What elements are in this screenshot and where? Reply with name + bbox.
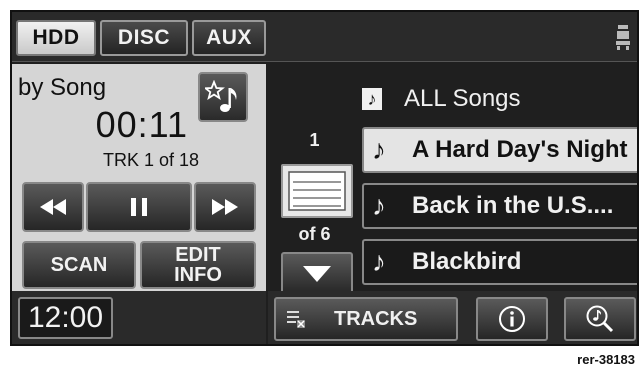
fast-forward-icon <box>212 199 238 215</box>
rewind-button[interactable] <box>22 182 84 232</box>
scroll-thumb[interactable] <box>281 164 353 218</box>
info-button[interactable] <box>476 297 548 341</box>
tracks-label: TRACKS <box>334 307 418 330</box>
now-playing-panel: by Song 00:11 TRK 1 of 18 SCAN EDIT INFO <box>12 64 266 291</box>
page-total: of 6 <box>298 224 331 244</box>
scan-label: SCAN <box>50 254 108 276</box>
elapsed-time: 00:11 <box>95 104 188 145</box>
edit-info-button[interactable]: EDIT INFO <box>140 241 256 289</box>
fast-forward-button[interactable] <box>194 182 256 232</box>
favorite-button[interactable] <box>198 72 248 122</box>
list-item[interactable]: ♪ Back in the U.S.... <box>362 183 637 229</box>
track-counter: TRK 1 of 18 <box>102 150 199 170</box>
tab-aux[interactable]: AUX <box>192 20 266 56</box>
song-title: A Hard Day's Night <box>412 136 628 163</box>
tab-hdd[interactable]: HDD <box>16 20 96 56</box>
edit-info-label-line1: EDIT <box>175 244 221 266</box>
music-note-icon: ♪ <box>372 190 386 221</box>
info-icon <box>499 306 525 332</box>
song-title: Back in the U.S.... <box>412 192 614 219</box>
browse-mode-label: by Song <box>18 74 107 101</box>
seat-icon <box>616 25 630 50</box>
browse-bottom-bar: TRACKS <box>268 291 637 344</box>
music-note-icon: ♪ <box>362 88 382 110</box>
rewind-icon <box>40 199 66 215</box>
list-item[interactable]: ♪ Blackbird <box>362 239 637 285</box>
music-note-icon: ♪ <box>372 134 386 165</box>
music-search-button[interactable] <box>564 297 636 341</box>
clock-display[interactable]: 12:00 <box>18 297 113 339</box>
star-music-note-icon <box>205 80 237 112</box>
list-header-label: ALL Songs <box>404 85 521 112</box>
list-header: ♪ ALL Songs <box>362 84 521 114</box>
tab-disc[interactable]: DISC <box>100 20 188 56</box>
music-note-icon: ♪ <box>372 246 386 277</box>
list-item[interactable]: ♪ A Hard Day's Night <box>362 127 637 173</box>
tracks-button[interactable]: TRACKS <box>274 297 458 341</box>
list-thumbnail-icon <box>288 171 346 211</box>
source-tab-bar: HDD DISC AUX <box>12 12 637 62</box>
pause-button[interactable] <box>86 182 192 232</box>
music-search-icon <box>586 305 614 333</box>
clock-bar: 12:00 <box>12 291 266 344</box>
list-remove-icon <box>287 311 305 328</box>
scroll-down-button[interactable] <box>281 252 353 296</box>
arrow-down-icon <box>303 266 331 282</box>
reference-code: rer-38183 <box>577 352 635 367</box>
page-current: 1 <box>309 130 320 150</box>
song-title: Blackbird <box>412 248 522 275</box>
radio-screen: HDD DISC AUX by Song 00:11 TRK 1 of 18 S… <box>10 10 639 346</box>
pause-icon <box>131 198 147 216</box>
scan-button[interactable]: SCAN <box>22 241 136 289</box>
edit-info-label-line2: INFO <box>174 264 222 286</box>
